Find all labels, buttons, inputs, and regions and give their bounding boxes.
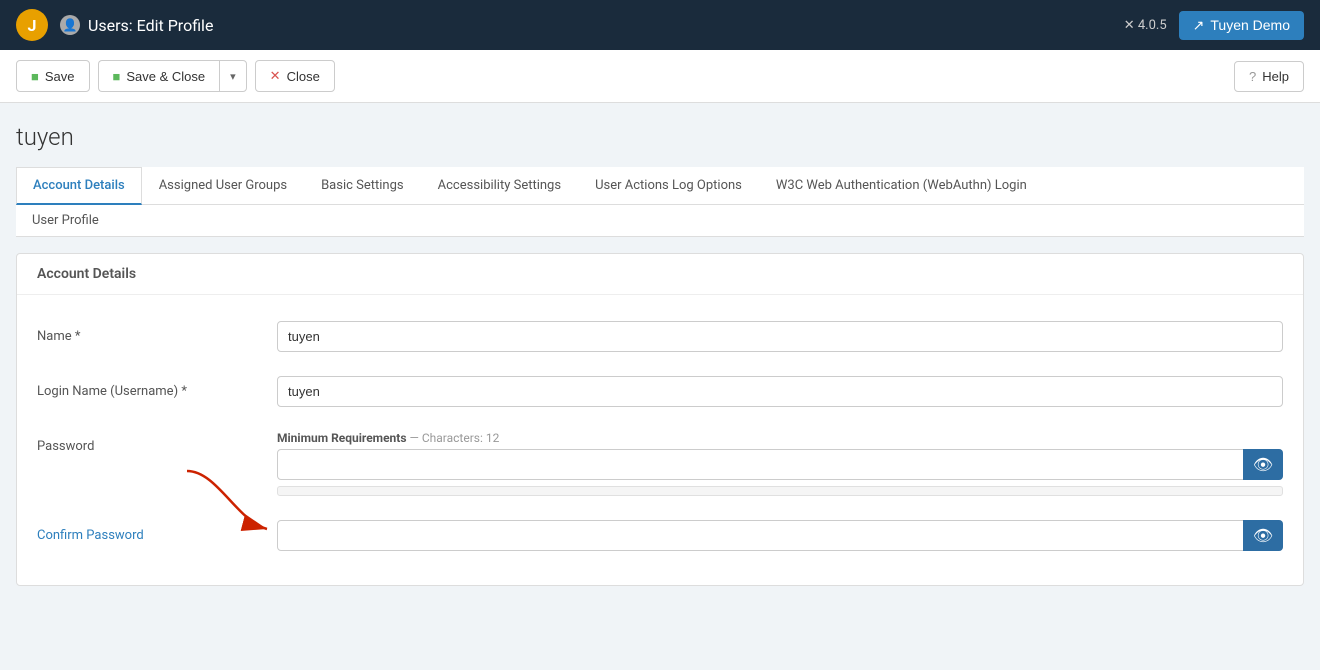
- top-bar-left: J 👤 Users: Edit Profile: [16, 9, 213, 41]
- save-close-icon: ■: [113, 69, 121, 84]
- name-label: Name *: [37, 321, 277, 344]
- confirm-password-toggle-button[interactable]: 👁: [1243, 520, 1283, 551]
- login-name-input[interactable]: [277, 376, 1283, 407]
- save-button[interactable]: ■ Save: [16, 60, 90, 92]
- tabs-row: Account Details Assigned User Groups Bas…: [16, 167, 1304, 205]
- name-field-group: Name *: [17, 311, 1303, 362]
- password-hint: Minimum Requirements — Characters: 12: [277, 431, 1283, 445]
- password-input[interactable]: [277, 449, 1283, 480]
- password-toggle-button[interactable]: 👁: [1243, 449, 1283, 480]
- username-heading: tuyen: [16, 123, 1304, 151]
- tab-user-actions-log[interactable]: User Actions Log Options: [578, 167, 759, 205]
- external-link-icon: ↗: [1193, 17, 1205, 34]
- confirm-password-input-wrap: 👁: [277, 520, 1283, 551]
- save-close-label: Save & Close: [126, 69, 205, 84]
- user-profile-button[interactable]: ↗ Tuyen Demo: [1179, 11, 1304, 40]
- tab-second-row: User Profile: [16, 205, 1304, 237]
- save-icon: ■: [31, 69, 39, 84]
- eye-icon: 👁: [1253, 455, 1273, 475]
- toolbar-left: ■ Save ■ Save & Close ▾ ✕ Close: [16, 60, 335, 92]
- form-section: Account Details Name * Login Name (Usern…: [16, 253, 1304, 586]
- name-input-wrap: [277, 321, 1283, 352]
- close-icon: ✕: [270, 68, 281, 84]
- login-name-field-group: Login Name (Username) *: [17, 366, 1303, 417]
- save-close-button[interactable]: ■ Save & Close: [98, 60, 220, 92]
- tab-user-profile[interactable]: User Profile: [16, 205, 115, 236]
- content-area: tuyen Account Details Assigned User Grou…: [0, 103, 1320, 606]
- close-label: Close: [287, 69, 320, 84]
- password-field-group: Password Minimum Requirements — Characte…: [17, 421, 1303, 506]
- save-close-group: ■ Save & Close ▾: [98, 60, 247, 92]
- confirm-password-group: 👁: [277, 520, 1283, 551]
- tab-basic-settings[interactable]: Basic Settings: [304, 167, 421, 205]
- help-label: Help: [1262, 69, 1289, 84]
- joomla-logo: J: [16, 9, 48, 41]
- password-label: Password: [37, 431, 277, 454]
- confirm-password-field-group: Confirm Password 👁: [17, 510, 1303, 561]
- password-input-wrap: Minimum Requirements — Characters: 12 👁: [277, 431, 1283, 496]
- user-icon-header: 👤: [60, 15, 80, 35]
- login-name-input-wrap: [277, 376, 1283, 407]
- name-input[interactable]: [277, 321, 1283, 352]
- top-bar: J 👤 Users: Edit Profile ✕ 4.0.5 ↗ Tuyen …: [0, 0, 1320, 50]
- close-button[interactable]: ✕ Close: [255, 60, 335, 92]
- tab-accessibility-settings[interactable]: Accessibility Settings: [421, 167, 578, 205]
- scroll-track[interactable]: [277, 486, 1283, 496]
- confirm-password-input[interactable]: [277, 520, 1283, 551]
- version-badge: ✕ 4.0.5: [1124, 18, 1167, 33]
- eye-icon-confirm: 👁: [1253, 526, 1273, 546]
- form-section-title: Account Details: [17, 254, 1303, 295]
- tab-account-details[interactable]: Account Details: [16, 167, 142, 205]
- tab-w3c-webauthn[interactable]: W3C Web Authentication (WebAuthn) Login: [759, 167, 1044, 205]
- page-title: Users: Edit Profile: [88, 16, 213, 35]
- confirm-password-label: Confirm Password: [37, 520, 277, 543]
- toolbar: ■ Save ■ Save & Close ▾ ✕ Close ? Help: [0, 50, 1320, 103]
- save-close-dropdown[interactable]: ▾: [219, 60, 247, 92]
- tab-assigned-user-groups[interactable]: Assigned User Groups: [142, 167, 304, 205]
- chevron-down-icon: ▾: [230, 71, 236, 83]
- help-button[interactable]: ? Help: [1234, 61, 1304, 92]
- confirm-password-link[interactable]: Confirm Password: [37, 528, 144, 543]
- login-name-label: Login Name (Username) *: [37, 376, 277, 399]
- save-label: Save: [45, 69, 75, 84]
- question-mark-icon: ?: [1249, 69, 1256, 84]
- password-group: 👁: [277, 449, 1283, 480]
- tabs-container: Account Details Assigned User Groups Bas…: [16, 167, 1304, 237]
- top-bar-right: ✕ 4.0.5 ↗ Tuyen Demo: [1124, 11, 1304, 40]
- page-title-bar: 👤 Users: Edit Profile: [60, 15, 213, 35]
- user-button-label: Tuyen Demo: [1210, 17, 1290, 33]
